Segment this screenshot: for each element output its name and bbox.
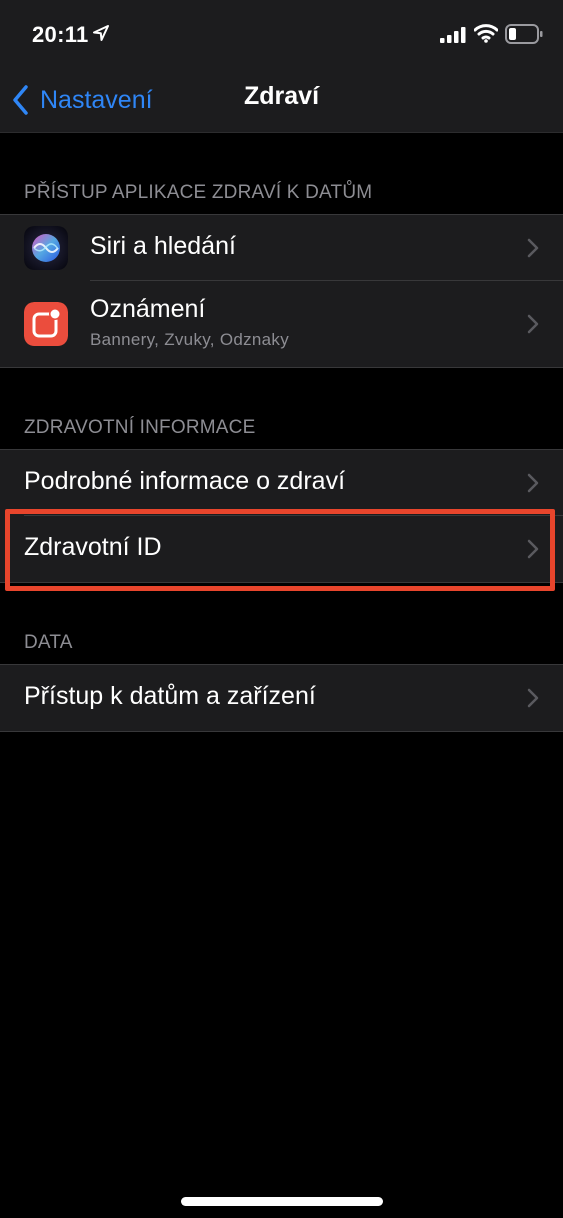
chevron-right-icon	[527, 688, 539, 708]
health-info-group: Podrobné informace o zdraví Zdravotní ID	[0, 449, 563, 583]
notifications-row-subtitle: Bannery, Zvuky, Odznaky	[90, 330, 290, 349]
health-details-row-text: Podrobné informace o zdraví	[24, 467, 345, 496]
home-indicator[interactable]	[181, 1197, 383, 1206]
top-bar: 20:11 Nastavení Zdraví	[0, 0, 563, 133]
medical-id-row[interactable]: Zdravotní ID	[0, 516, 563, 582]
status-time: 20:11	[32, 22, 89, 47]
notifications-row-title: Oznámení	[90, 295, 206, 323]
siri-row-title: Siri a hledání	[90, 232, 236, 260]
chevron-right-icon	[527, 314, 539, 334]
location-arrow-icon	[93, 25, 109, 41]
siri-row-text: Siri a hledání	[90, 232, 236, 261]
health-details-row[interactable]: Podrobné informace o zdraví	[0, 450, 563, 516]
section-header-data: DATA	[24, 632, 73, 653]
chevron-right-icon	[527, 238, 539, 258]
page-title: Zdraví	[243, 82, 320, 110]
data-access-devices-row-title: Přístup k datům a zařízení	[24, 682, 316, 710]
data-access-devices-row[interactable]: Přístup k datům a zařízení	[0, 665, 563, 731]
data-access-devices-row-text: Přístup k datům a zařízení	[24, 682, 316, 711]
access-group: Siri a hledání Oznámení Bannery, Zvuky, …	[0, 214, 563, 368]
siri-icon	[24, 226, 68, 270]
section-header-health-info: ZDRAVOTNÍ INFORMACE	[24, 417, 256, 438]
health-details-row-title: Podrobné informace o zdraví	[24, 467, 346, 495]
siri-search-row[interactable]: Siri a hledání	[0, 215, 563, 281]
medical-id-row-text: Zdravotní ID	[24, 533, 162, 562]
health-settings-screen: 20:11 Nastavení Zdraví PŘÍSTUP APLIKACE …	[0, 0, 563, 1218]
data-group: Přístup k datům a zařízení	[0, 664, 563, 732]
medical-id-row-title: Zdravotní ID	[24, 533, 162, 561]
section-header-access: PŘÍSTUP APLIKACE ZDRAVÍ K DATŮM	[24, 182, 373, 203]
wifi-icon	[474, 24, 498, 43]
battery-icon	[505, 24, 543, 44]
notifications-icon	[24, 302, 68, 346]
notifications-row[interactable]: Oznámení Bannery, Zvuky, Odznaky	[0, 281, 563, 367]
chevron-right-icon	[527, 539, 539, 559]
cellular-signal-icon	[440, 27, 466, 43]
chevron-right-icon	[527, 473, 539, 493]
notifications-row-text: Oznámení Bannery, Zvuky, Odznaky	[90, 295, 289, 350]
